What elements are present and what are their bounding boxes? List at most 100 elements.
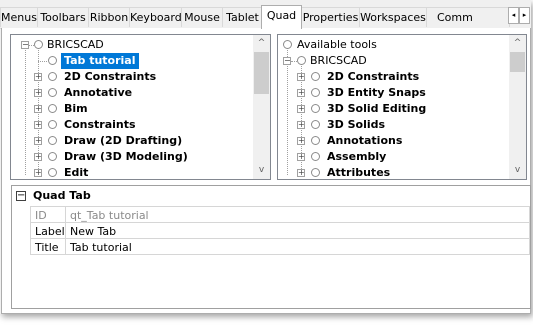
scroll-thumb[interactable] <box>510 52 525 72</box>
tree-node-label: Tab tutorial <box>61 53 139 69</box>
tree-node[interactable]: + 3D Solid Editing <box>278 101 508 117</box>
radio-icon[interactable] <box>283 40 292 49</box>
scroll-down-button[interactable]: v <box>509 162 526 179</box>
collapse-icon[interactable]: − <box>283 57 291 65</box>
tree-node[interactable]: + 3D Solids <box>278 117 508 133</box>
tree-node[interactable]: + 2D Constraints <box>11 69 251 85</box>
expand-icon[interactable]: + <box>297 153 305 161</box>
radio-icon[interactable] <box>48 136 57 145</box>
expand-icon[interactable]: + <box>34 137 42 145</box>
tab-keyboard[interactable]: Keyboard <box>129 7 182 27</box>
vertical-scrollbar[interactable]: ^ v <box>509 35 526 179</box>
tree-node[interactable]: + Annotative <box>11 85 251 101</box>
tree-node[interactable]: + 2D Constraints <box>278 69 508 85</box>
property-value[interactable]: Tab tutorial <box>65 238 530 255</box>
tree-node-available-tools[interactable]: Available tools <box>278 37 508 53</box>
radio-icon[interactable] <box>311 88 320 97</box>
tree-node-label: Assembly <box>327 150 387 163</box>
property-value: qt_Tab tutorial <box>65 206 530 223</box>
radio-icon[interactable] <box>311 120 320 129</box>
tree-node[interactable]: + Annotations <box>278 133 508 149</box>
collapse-icon[interactable]: − <box>16 191 26 201</box>
radio-icon[interactable] <box>311 72 320 81</box>
radio-icon[interactable] <box>48 56 57 65</box>
tree-node[interactable]: + Assembly <box>278 149 508 165</box>
tree-node-label: 2D Constraints <box>64 70 157 83</box>
tree-node[interactable]: + 3D Entity Snaps <box>278 85 508 101</box>
tree-node[interactable]: + Bim <box>11 101 251 117</box>
tree-node[interactable]: + Edit <box>11 165 251 179</box>
tab-quad[interactable]: Quad <box>261 5 302 29</box>
tree-node-label: Constraints <box>64 118 136 131</box>
tree-node[interactable]: + Constraints <box>11 117 251 133</box>
customize-dialog: Menus Toolbars Ribbon Keyboard Mouse Tab… <box>0 0 531 314</box>
tab-scroll-left-button[interactable]: ◂ <box>508 7 519 24</box>
tree-node[interactable]: + Attributes <box>278 165 508 179</box>
tree-node-bricscad[interactable]: − BRICSCAD <box>278 53 508 69</box>
expand-icon[interactable]: + <box>34 89 42 97</box>
radio-icon[interactable] <box>48 88 57 97</box>
radio-icon[interactable] <box>311 152 320 161</box>
radio-icon[interactable] <box>48 104 57 113</box>
tree-node-bricscad[interactable]: − BRICSCAD <box>11 37 251 53</box>
expand-icon[interactable]: + <box>297 137 305 145</box>
radio-icon[interactable] <box>48 168 57 177</box>
tree-node-tab-tutorial[interactable]: Tab tutorial <box>11 53 251 69</box>
tab-comm[interactable]: Comm <box>426 7 510 27</box>
property-key: Title <box>30 238 66 255</box>
available-tools-tree[interactable]: Available tools − BRICSCAD + 2D Constrai… <box>277 34 527 180</box>
tab-bar: Menus Toolbars Ribbon Keyboard Mouse Tab… <box>0 5 531 29</box>
property-row-title[interactable]: Title Tab tutorial <box>12 238 530 255</box>
property-category-header[interactable]: − Quad Tab <box>12 186 530 206</box>
property-category-title: Quad Tab <box>33 189 91 202</box>
tree-node[interactable]: + Draw (3D Modeling) <box>11 149 251 165</box>
expand-icon[interactable]: + <box>34 105 42 113</box>
tab-scroll-right-button[interactable]: ▸ <box>519 7 530 24</box>
expand-icon[interactable]: + <box>34 73 42 81</box>
scroll-up-button[interactable]: ^ <box>253 35 270 52</box>
expand-icon[interactable]: + <box>34 121 42 129</box>
tab-tablet[interactable]: Tablet <box>222 7 263 27</box>
expand-icon[interactable]: + <box>297 169 305 177</box>
property-row-id[interactable]: ID qt_Tab tutorial <box>12 206 530 223</box>
tab-menus[interactable]: Menus <box>0 7 38 27</box>
radio-icon[interactable] <box>311 104 320 113</box>
property-key: Label <box>30 222 66 239</box>
scroll-up-button[interactable]: ^ <box>509 35 526 52</box>
radio-icon[interactable] <box>48 120 57 129</box>
radio-icon[interactable] <box>34 40 43 49</box>
tree-node[interactable]: + Draw (2D Drafting) <box>11 133 251 149</box>
tree-node-label: BRICSCAD <box>310 54 367 67</box>
tree-node-label: 3D Solid Editing <box>327 102 427 115</box>
radio-icon[interactable] <box>311 168 320 177</box>
radio-icon[interactable] <box>48 72 57 81</box>
tab-ribbon[interactable]: Ribbon <box>88 7 130 27</box>
expand-icon[interactable]: + <box>297 121 305 129</box>
quad-tree-content: − BRICSCAD Tab tutorial + 2D Constraints <box>11 35 253 179</box>
expand-icon[interactable]: + <box>297 89 305 97</box>
tab-toolbars[interactable]: Toolbars <box>37 7 89 27</box>
tree-node-label: Draw (3D Modeling) <box>64 150 188 163</box>
vertical-scrollbar[interactable]: ^ v <box>253 35 270 179</box>
tab-scroll-arrows: ◂ ▸ <box>508 7 530 24</box>
expand-icon[interactable]: + <box>34 169 42 177</box>
tree-node-label: 3D Solids <box>327 118 386 131</box>
expand-icon[interactable]: + <box>297 73 305 81</box>
tab-mouse[interactable]: Mouse <box>181 7 223 27</box>
scroll-down-button[interactable]: v <box>253 162 270 179</box>
tree-node-label: Attributes <box>327 166 391 179</box>
collapse-icon[interactable]: − <box>21 41 29 49</box>
radio-icon[interactable] <box>297 56 306 65</box>
tree-node-label: Draw (2D Drafting) <box>64 134 183 147</box>
scroll-thumb[interactable] <box>254 52 269 94</box>
expand-icon[interactable]: + <box>34 153 42 161</box>
property-value[interactable]: New Tab <box>65 222 530 239</box>
expand-icon[interactable]: + <box>297 105 305 113</box>
tree-node-label: Annotations <box>327 134 403 147</box>
radio-icon[interactable] <box>311 136 320 145</box>
tab-properties[interactable]: Properties <box>301 7 360 27</box>
property-row-label[interactable]: Label New Tab <box>12 222 530 239</box>
quad-tree[interactable]: − BRICSCAD Tab tutorial + 2D Constraints <box>10 34 271 180</box>
radio-icon[interactable] <box>48 152 57 161</box>
tab-workspaces[interactable]: Workspaces <box>359 7 427 27</box>
